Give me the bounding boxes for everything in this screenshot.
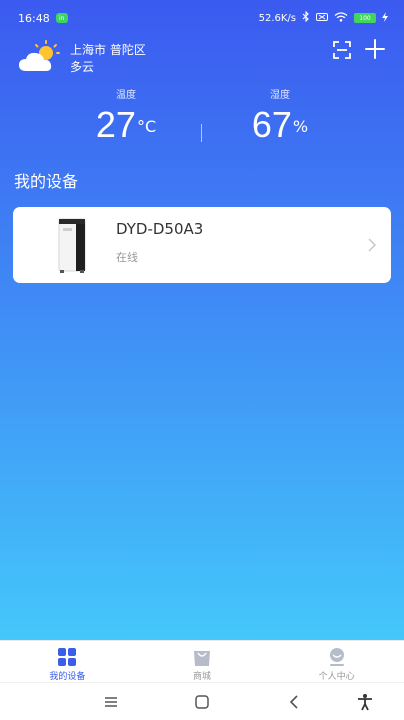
temperature-reading: 温度 27°C (46, 86, 206, 146)
tab-my-devices[interactable]: 我的设备 (0, 641, 135, 682)
charging-icon (382, 11, 388, 25)
mute-icon (316, 12, 328, 25)
dehumidifier-image (41, 215, 101, 275)
device-status: 在线 (116, 251, 138, 264)
accessibility-nav-button[interactable] (356, 693, 374, 711)
accessibility-icon (358, 694, 372, 711)
tab-label-profile: 个人中心 (318, 672, 355, 682)
tab-shop[interactable]: 商城 (135, 641, 270, 682)
network-speed: 52.6K/s (258, 12, 296, 24)
humidity-reading: 湿度 67% (200, 86, 360, 146)
bluetooth-icon (302, 10, 310, 25)
add-device-button[interactable] (364, 38, 386, 60)
home-square-icon (195, 695, 209, 709)
app-notification-icon: in (55, 13, 68, 23)
environment-readings: 温度 27°C 湿度 67% (0, 86, 404, 150)
menu-icon (105, 697, 117, 707)
scan-button[interactable] (332, 40, 352, 60)
plus-icon (365, 39, 385, 59)
device-name: DYD-D50A3 (116, 220, 204, 238)
device-card[interactable]: DYD-D50A3 在线 (13, 207, 391, 283)
status-time: 16:48 (18, 11, 50, 25)
user-icon (326, 647, 348, 667)
location-label: 上海市 普陀区 (70, 43, 146, 57)
weather-description: 多云 (70, 60, 95, 74)
temperature-value: 27 (95, 104, 136, 145)
battery-icon: 100 (354, 13, 376, 23)
chevron-right-icon (367, 237, 377, 253)
status-bar-left: 16:48 in (18, 12, 68, 25)
system-navigation-bar (0, 682, 404, 720)
grid-icon (56, 647, 78, 667)
menu-nav-button[interactable] (102, 693, 120, 711)
temperature-unit: °C (136, 117, 157, 136)
back-nav-button[interactable] (286, 693, 304, 711)
status-bar: 16:48 in 52.6K/s 100 (0, 0, 404, 36)
scan-icon (333, 41, 351, 59)
shopping-bag-icon (191, 647, 213, 667)
tab-label-shop: 商城 (193, 672, 212, 682)
home-nav-button[interactable] (193, 693, 211, 711)
wifi-icon (334, 11, 348, 25)
temperature-label: 温度 (116, 90, 136, 101)
humidity-value: 67 (251, 104, 292, 145)
tab-profile[interactable]: 个人中心 (269, 641, 404, 682)
tab-label-my-devices: 我的设备 (49, 672, 86, 682)
temperature-value-group: 27°C (46, 105, 206, 146)
status-bar-right: 52.6K/s 100 (258, 10, 388, 25)
section-title-my-devices: 我的设备 (14, 172, 79, 191)
bottom-tab-bar: 我的设备 商城 个人中心 (0, 640, 404, 682)
weather-header: 上海市 普陀区 多云 (18, 38, 386, 74)
partly-cloudy-icon (18, 40, 64, 74)
back-arrow-icon (289, 695, 298, 709)
home-screen: 16:48 in 52.6K/s 100 上海市 普陀区 多云 温度 27°C … (0, 0, 404, 640)
humidity-value-group: 67% (200, 105, 360, 146)
humidity-unit: % (292, 117, 309, 136)
humidity-label: 湿度 (270, 90, 290, 101)
